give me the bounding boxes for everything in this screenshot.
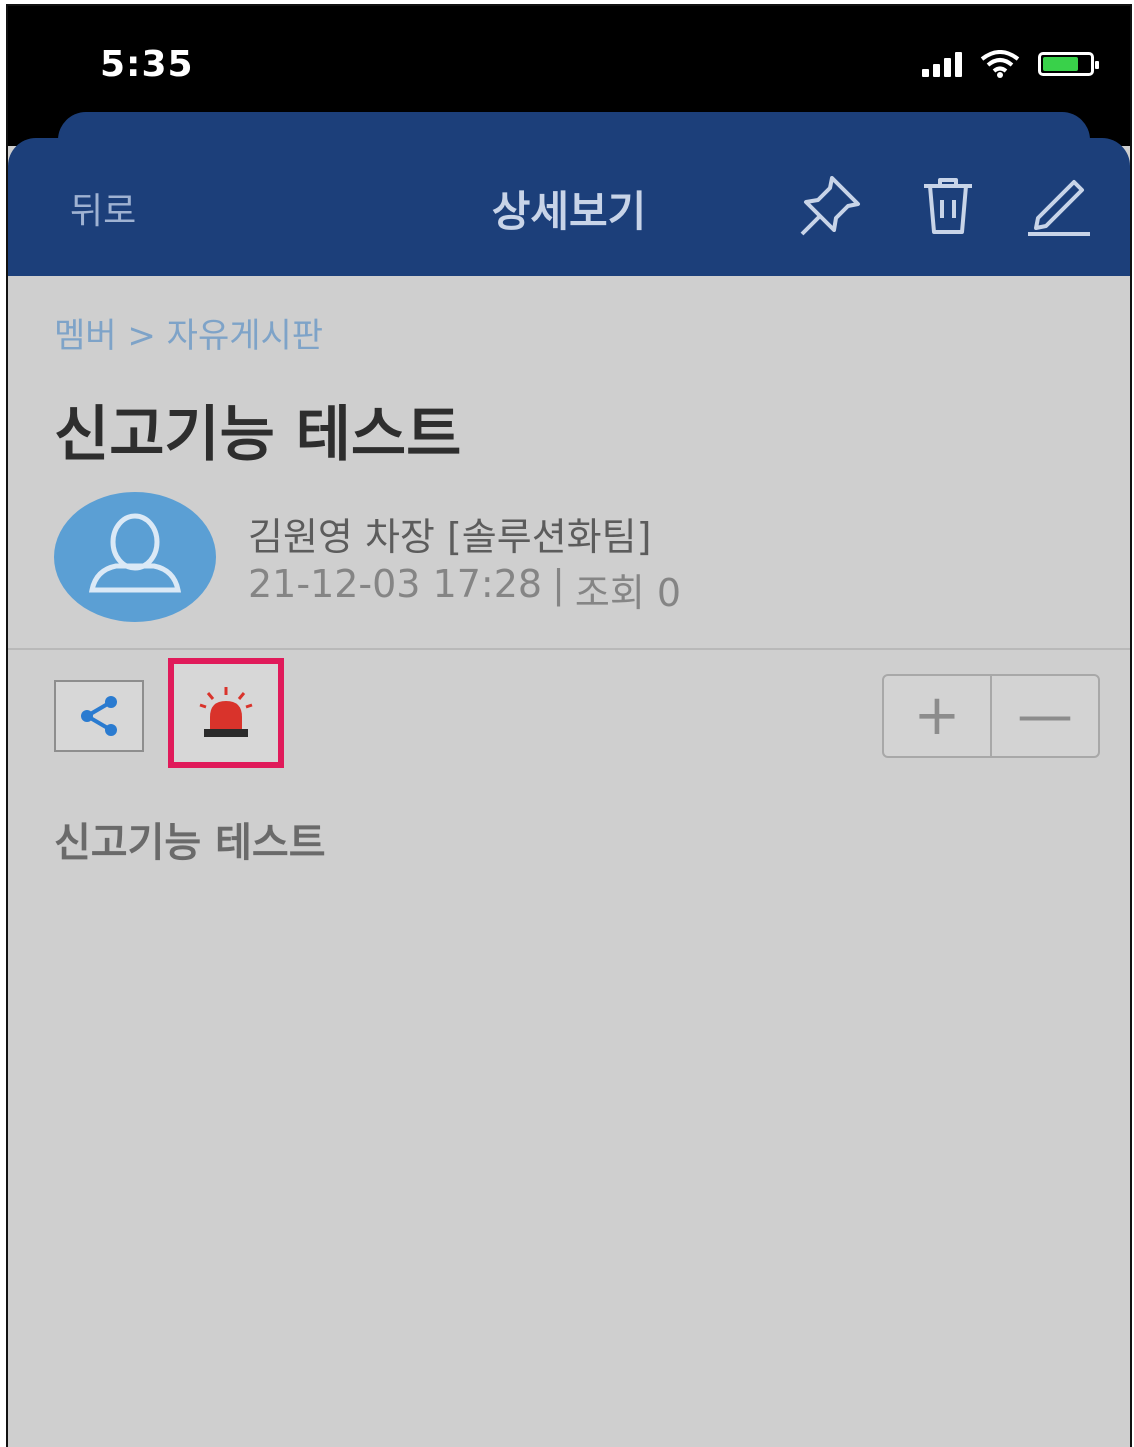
status-time: 5:35 <box>100 44 194 85</box>
trash-icon[interactable] <box>910 168 986 244</box>
phone-screen: 5:35 뒤로 상세보기 멤버 > 자유게시판 신고기능 테스트 김원영 차장 … <box>6 4 1132 1447</box>
zoom-out-button[interactable]: — <box>990 676 1098 756</box>
author-name: 김원영 차장 [솔루션화팀] <box>248 515 652 559</box>
cellular-signal-icon <box>922 51 962 77</box>
avatar <box>54 492 216 622</box>
divider <box>8 648 1130 650</box>
share-button[interactable] <box>54 680 144 752</box>
breadcrumb[interactable]: 멤버 > 자유게시판 <box>54 308 323 357</box>
view-count: 조회 0 <box>574 571 682 615</box>
zoom-in-button[interactable]: + <box>884 676 990 756</box>
share-icon <box>77 694 121 738</box>
wifi-icon <box>980 50 1020 78</box>
pin-icon[interactable] <box>792 168 868 244</box>
post-body: 신고기능 테스트 <box>54 820 326 866</box>
post-datetime: 21-12-03 17:28 <box>248 562 543 606</box>
meta-separator: | <box>552 562 565 606</box>
report-siren-icon <box>194 685 258 741</box>
post-meta: 21-12-03 17:28 | 조회 0 <box>248 562 681 617</box>
post-title: 신고기능 테스트 <box>54 400 462 470</box>
zoom-controls: + — <box>882 674 1100 758</box>
edit-pencil-icon[interactable] <box>1020 168 1096 244</box>
report-button[interactable] <box>168 658 284 768</box>
top-app-bar: 뒤로 상세보기 <box>8 138 1130 276</box>
status-icons <box>922 50 1099 78</box>
battery-icon <box>1038 52 1099 76</box>
